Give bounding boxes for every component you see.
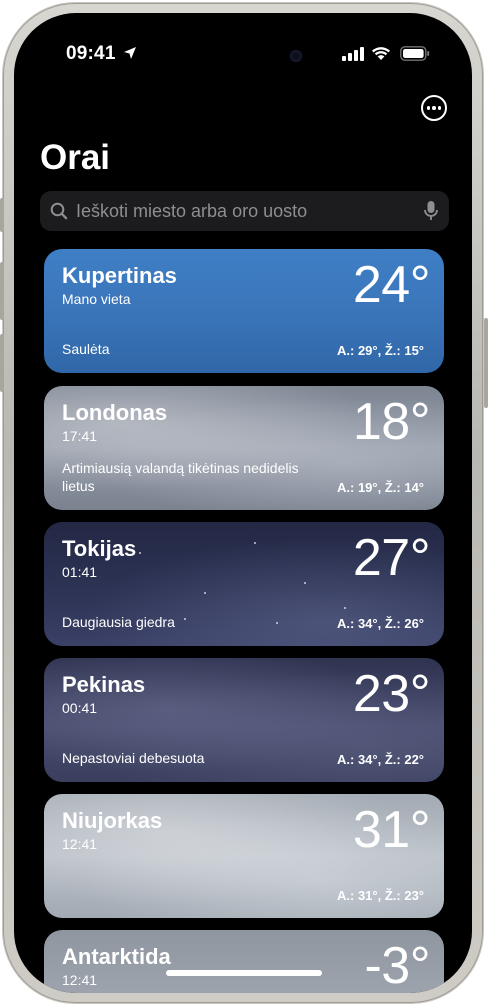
star-decoration [254, 542, 256, 544]
location-card-antarctica[interactable]: Antarktida 12:41 -3° [44, 930, 444, 993]
current-temperature: 24° [352, 256, 431, 314]
location-card-london[interactable]: Londonas 17:41 18° Artimiausią valandą t… [44, 386, 444, 510]
current-temperature: 27° [352, 529, 431, 587]
volume-down-button [0, 334, 4, 392]
star-decoration [304, 582, 306, 584]
search-bar[interactable]: Ieškoti miesto arba oro uosto [40, 191, 449, 231]
city-name: Londonas [62, 400, 168, 425]
city-name: Tokijas [62, 536, 137, 561]
battery-icon [400, 46, 430, 61]
high-low-temperature: A.: 34°, Ž.: 26° [337, 616, 424, 631]
city-subtitle: Mano vieta [62, 291, 131, 307]
star-decoration [184, 618, 186, 620]
status-time: 09:41 [66, 43, 116, 64]
location-card-tokyo[interactable]: Tokijas 01:41 27° Daugiausia giedra A.: … [44, 522, 444, 646]
location-arrow-icon [124, 47, 136, 59]
home-indicator[interactable] [166, 970, 322, 976]
city-name: Niujorkas [62, 808, 163, 833]
location-card-beijing[interactable]: Pekinas 00:41 23° Nepastoviai debesuota … [44, 658, 444, 782]
current-temperature: 23° [352, 665, 431, 723]
current-temperature: 18° [352, 393, 431, 451]
location-card-new-york[interactable]: Niujorkas 12:41 31° A.: 31°, Ž.: 23° [44, 794, 444, 918]
screen: 09:41 Orai Ieškoti miesto arba oro uosto [14, 13, 472, 993]
current-temperature: 31° [352, 801, 431, 859]
weather-condition: Artimiausią valandą tikėtinas nedidelis … [62, 460, 299, 494]
city-subtitle: 17:41 [62, 428, 98, 444]
signal-icon [342, 47, 364, 61]
city-name: Pekinas [62, 672, 146, 697]
star-decoration [276, 622, 278, 624]
camera-icon [290, 50, 302, 62]
location-card-cupertino[interactable]: Kupertinas Mano vieta 24° Saulėta A.: 29… [44, 249, 444, 373]
current-temperature: -3° [364, 937, 430, 993]
search-input[interactable]: Ieškoti miesto arba oro uosto [76, 201, 307, 222]
high-low-temperature: A.: 31°, Ž.: 23° [337, 888, 424, 903]
search-icon [50, 202, 68, 220]
more-options-button[interactable] [421, 95, 447, 121]
high-low-temperature: A.: 29°, Ž.: 15° [337, 343, 424, 358]
mic-icon[interactable] [424, 200, 438, 222]
weather-condition: Saulėta [62, 341, 110, 357]
volume-up-button [0, 262, 4, 320]
city-subtitle: 00:41 [62, 700, 98, 716]
city-subtitle: 01:41 [62, 564, 98, 580]
dynamic-island [184, 39, 306, 73]
star-decoration [204, 592, 206, 594]
city-subtitle: 12:41 [62, 836, 98, 852]
star-decoration [139, 552, 141, 554]
page-title: Orai [40, 138, 111, 177]
high-low-temperature: A.: 19°, Ž.: 14° [337, 480, 424, 495]
city-name: Antarktida [62, 944, 171, 969]
action-button [0, 198, 4, 232]
weather-condition: Nepastoviai debesuota [62, 750, 205, 766]
ellipsis-circle-icon [426, 106, 431, 110]
city-name: Kupertinas [62, 263, 177, 288]
wifi-icon [372, 47, 390, 60]
city-subtitle: 12:41 [62, 972, 98, 988]
high-low-temperature: A.: 34°, Ž.: 22° [337, 752, 424, 767]
power-button [484, 318, 488, 408]
star-decoration [344, 607, 346, 609]
weather-condition: Daugiausia giedra [62, 614, 175, 630]
